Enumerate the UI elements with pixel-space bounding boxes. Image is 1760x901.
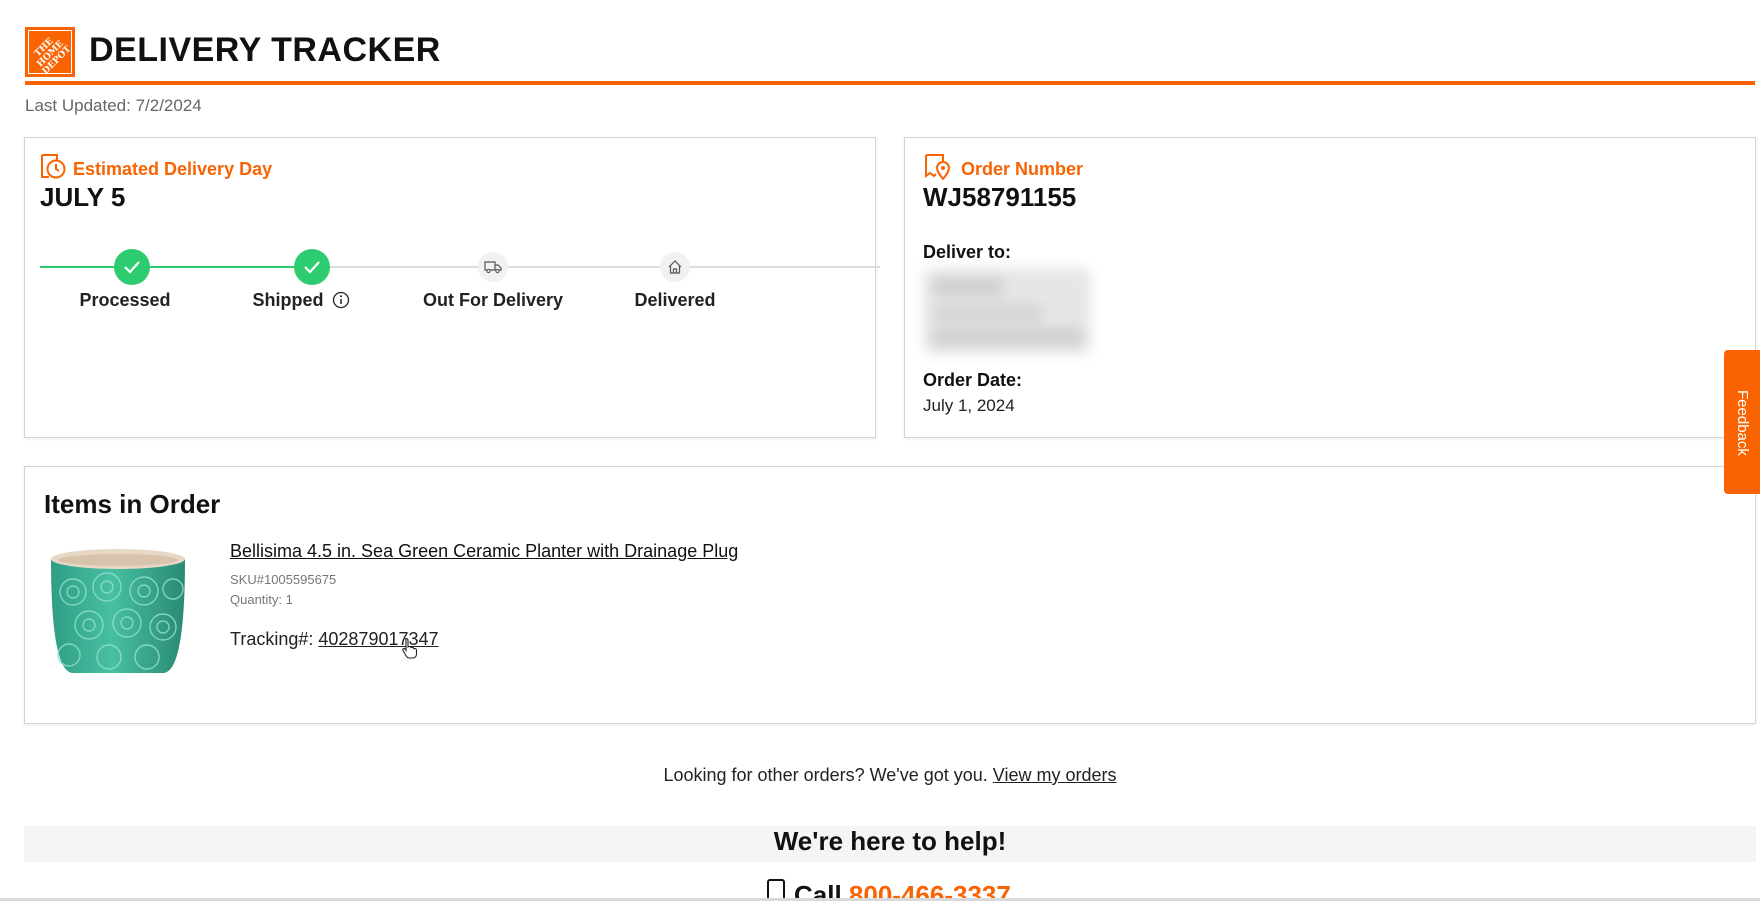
check-icon [124, 261, 140, 274]
order-info-card: Order Number WJ58791155 Deliver to: Orde… [904, 137, 1756, 438]
step-shipped-dot [294, 249, 330, 285]
step-out-for-delivery-label: Out For Delivery [422, 290, 564, 310]
house-icon [668, 260, 682, 274]
step-delivered-label: Delivered [634, 290, 716, 310]
step-delivered-dot [660, 252, 690, 282]
step-out-for-delivery-dot [478, 252, 508, 282]
items-title: Items in Order [44, 489, 221, 519]
calendar-clock-icon [41, 154, 66, 179]
product-name-link[interactable]: Bellisima 4.5 in. Sea Green Ceramic Plan… [230, 541, 738, 562]
product-image[interactable] [49, 547, 187, 675]
page-header: THE HOME DEPOT DELIVERY TRACKER [25, 25, 1755, 85]
step-processed-label: Processed [79, 290, 171, 310]
estimated-delivery-value: JULY 5 [40, 182, 126, 212]
info-icon[interactable] [332, 291, 350, 309]
progress-line-pending [330, 266, 880, 268]
home-depot-logo[interactable]: THE HOME DEPOT [25, 27, 75, 77]
page-title: DELIVERY TRACKER [89, 31, 441, 69]
feedback-tab[interactable]: Feedback [1724, 350, 1760, 494]
view-my-orders-link[interactable]: View my orders [993, 765, 1117, 785]
deliver-to-label: Deliver to: [923, 242, 1012, 262]
progress-line-complete-2 [150, 266, 312, 268]
order-number-label: Order Number [961, 159, 1084, 179]
step-shipped-text: Shipped [252, 290, 324, 310]
tracking-label: Tracking#: [230, 629, 314, 649]
estimated-delivery-card: Estimated Delivery Day JULY 5 Processed … [24, 137, 880, 438]
order-date-label: Order Date: [923, 370, 1023, 390]
last-updated: Last Updated: 7/2/2024 [25, 96, 202, 115]
order-number-value: WJ58791155 [923, 182, 1077, 212]
step-processed-dot [114, 249, 150, 285]
other-orders-line: Looking for other orders? We've got you.… [0, 765, 1760, 786]
product-quantity: Quantity: 1 [230, 592, 293, 607]
help-title: We're here to help! [773, 826, 1007, 856]
step-shipped-label: Shipped [211, 290, 391, 311]
redacted-address [923, 268, 1091, 354]
product-sku: SKU#1005595675 [230, 572, 337, 587]
truck-icon [484, 261, 502, 274]
order-date-value: July 1, 2024 [923, 396, 1015, 415]
receipt-location-icon [925, 154, 951, 180]
tracking-number-link[interactable]: 402879017347 [318, 629, 438, 649]
items-in-order-card: Items in Order Bellisima 4.5 in. Sea Gre… [24, 466, 1756, 724]
estimated-delivery-label: Estimated Delivery Day [73, 159, 273, 179]
other-orders-text: Looking for other orders? We've got you. [663, 765, 988, 785]
feedback-label: Feedback [1734, 390, 1751, 456]
check-icon [304, 261, 320, 274]
hand-cursor-icon [402, 637, 418, 659]
